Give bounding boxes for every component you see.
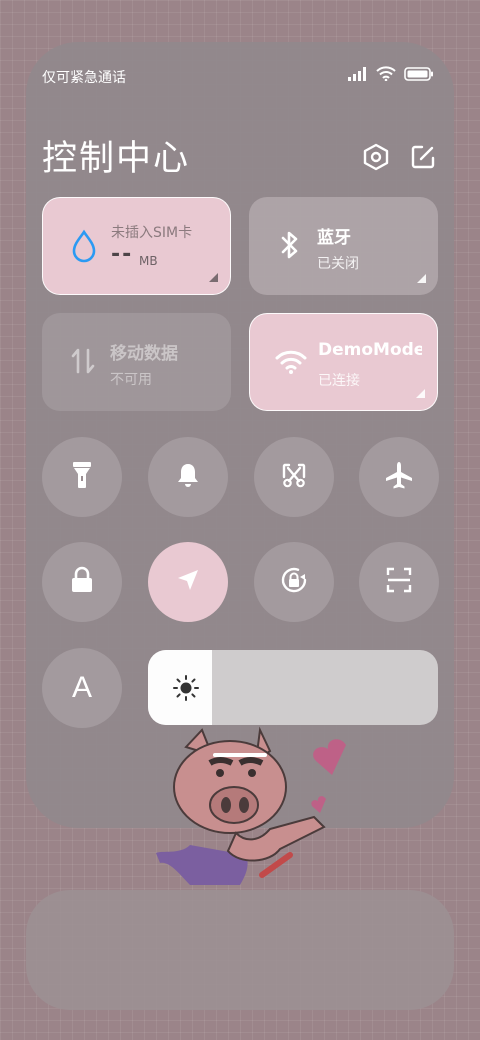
edit-icon [410,144,436,174]
data-usage-tile[interactable]: 未插入SIM卡 -- MB [42,197,231,295]
drag-handle[interactable] [213,753,267,757]
flashlight-toggle[interactable] [42,437,122,517]
status-bar: 仅可紧急通话 [42,66,434,86]
gear-hexagon-icon [363,143,389,175]
wifi-network-label: DemoMode [318,340,422,360]
edit-button[interactable] [409,145,437,173]
sun-icon [172,674,200,702]
mobile-data-tile[interactable]: 移动数据 不可用 [42,313,231,411]
scanner-toggle[interactable] [359,542,439,622]
mobile-data-status: 不可用 [110,372,152,388]
bluetooth-tile[interactable]: 蓝牙 已关闭 [249,197,438,295]
data-arrows-icon [66,344,100,378]
bluetooth-icon [273,228,307,262]
bluetooth-label: 蓝牙 [317,228,351,248]
bluetooth-status: 已关闭 [317,256,359,272]
expand-corner-icon [417,274,426,283]
data-usage-value: -- [111,242,134,267]
brightness-slider[interactable] [148,650,438,725]
font-size-button[interactable]: A [42,648,122,728]
screenshot-toggle[interactable] [254,437,334,517]
font-button-label: A [71,671,92,704]
battery-full-icon [404,66,434,85]
page-title: 控制中心 [42,139,191,179]
settings-button[interactable] [362,143,390,175]
silent-toggle[interactable] [148,437,228,517]
wifi-icon [376,66,396,85]
mobile-data-label: 移动数据 [110,344,178,364]
screenshot-icon [280,461,308,493]
notification-area [26,890,454,1010]
airplane-icon [384,460,414,494]
location-icon [175,567,201,597]
water-drop-icon [67,229,101,263]
rotation-lock-icon [279,565,309,599]
wifi-status: 已连接 [318,373,360,389]
lock-icon [69,566,95,598]
wifi-tile[interactable]: DemoMode 已连接 [249,313,438,411]
airplane-mode-toggle[interactable] [359,437,439,517]
wallpaper-pig-illustration [156,726,346,885]
expand-corner-icon [209,273,218,282]
lock-screen-toggle[interactable] [42,542,122,622]
rotation-lock-toggle[interactable] [254,542,334,622]
wifi-icon [274,345,308,379]
expand-corner-icon [416,389,425,398]
bell-icon [175,461,201,493]
signal-bars-icon [348,66,368,85]
sim-status-label: 未插入SIM卡 [111,225,193,241]
location-toggle[interactable] [148,542,228,622]
data-usage-unit: MB [139,254,158,268]
flashlight-icon [70,460,94,494]
scan-icon [385,566,413,598]
carrier-text: 仅可紧急通话 [42,70,126,86]
